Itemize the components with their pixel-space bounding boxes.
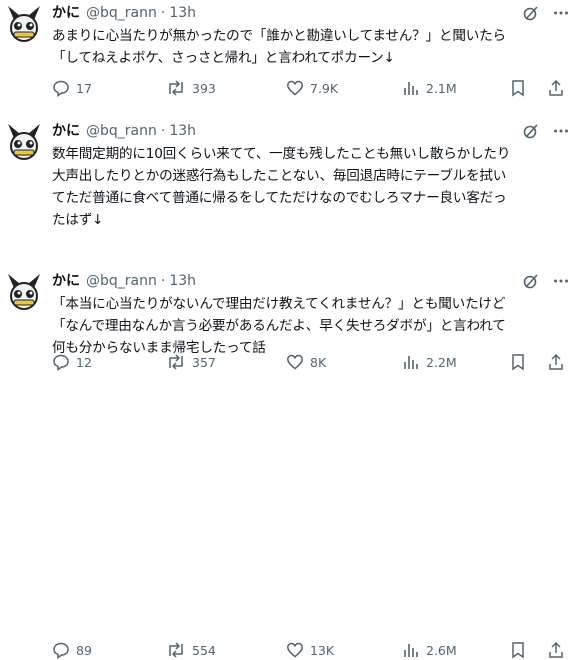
tweet-text: 「本当に心当たりがないんで理由だけ教えてくれません？」とも聞いたけど 「なんで理…: [52, 293, 571, 359]
repost-count: 393: [192, 80, 216, 96]
bookmark-button[interactable]: [509, 78, 533, 98]
share-button[interactable]: [547, 78, 571, 98]
timestamp[interactable]: 13h: [169, 2, 196, 24]
separator-dot: ·: [160, 123, 166, 139]
tweet-text-line: 「本当に心当たりがないんで理由だけ教えてくれません？」とも聞いたけど: [52, 296, 506, 312]
like-count: 7.9K: [310, 80, 339, 96]
bookmark-button[interactable]: [509, 640, 533, 660]
timestamp[interactable]: 13h: [169, 120, 196, 142]
avatar[interactable]: [4, 272, 44, 312]
timestamp[interactable]: 13h: [169, 270, 196, 292]
grok-icon[interactable]: [521, 2, 541, 24]
display-name[interactable]: かに: [52, 2, 80, 24]
mascot-avatar-icon: [8, 124, 40, 160]
share-icon: [549, 79, 563, 96]
separator-dot: ·: [160, 5, 166, 21]
tweet-text-line: たはず↓: [52, 212, 104, 228]
tweet[interactable]: かに @bq_rann · 13h あまりに心当たりが無かったので「誰かと勘違い…: [0, 0, 581, 118]
reply-count: 17: [76, 80, 92, 96]
tweet-text-line: 何も分からないまま帰宅したって話: [52, 340, 266, 356]
tweet-text-line: あまりに心当たりが無かったので「誰かと勘違いしてません？」と聞いたら: [52, 28, 506, 44]
mascot-avatar-icon: [8, 6, 40, 42]
more-icon[interactable]: [551, 120, 571, 142]
separator-dot: ·: [160, 273, 166, 289]
tweet-header: かに @bq_rann · 13h: [52, 270, 571, 292]
tweet-text-line: てただ普通に食べて普通に帰るをしてただけなのでむしろマナー良い客だっ: [52, 190, 507, 206]
reply-button[interactable]: 17: [52, 78, 92, 98]
like-icon: [287, 642, 303, 658]
repost-icon: [169, 80, 183, 96]
like-count: 13K: [310, 642, 335, 658]
reply-icon: [53, 642, 69, 659]
reply-icon: [53, 80, 69, 97]
display-name[interactable]: かに: [52, 270, 80, 292]
tweet-text-line: 「してねえよボケ、さっさと帰れ」と言われてポカーン↓: [52, 50, 395, 66]
share-button[interactable]: [547, 640, 571, 660]
tweet-text-line: 「なんで理由なんか言う必要があるんだよ、早く失せろダボが」と言われて: [52, 318, 506, 334]
user-handle[interactable]: @bq_rann: [86, 270, 157, 292]
tweet-text-line: 大声出したりとかの迷惑行為もしたことない、毎回退店時にテーブルを拭い: [52, 168, 507, 184]
avatar[interactable]: [4, 122, 44, 162]
user-handle[interactable]: @bq_rann: [86, 120, 157, 142]
bookmark-icon: [512, 80, 524, 97]
user-handle[interactable]: @bq_rann: [86, 2, 157, 24]
grok-icon[interactable]: [521, 270, 541, 292]
display-name[interactable]: かに: [52, 120, 80, 142]
share-icon: [549, 641, 563, 658]
views-button[interactable]: 2.1M: [402, 78, 457, 98]
action-bar: 89 554 13K 2.6M: [52, 640, 571, 660]
action-bar: 17 393 7.9K 2.1M: [52, 78, 571, 98]
avatar[interactable]: [4, 4, 44, 44]
view-count: 2.6M: [426, 642, 457, 658]
tweet-header: かに @bq_rann · 13h: [52, 120, 571, 142]
tweet-text: 数年間定期的に10回くらい来てて、一度も残したことも無いし散らかしたり 大声出し…: [52, 143, 571, 231]
like-button[interactable]: 13K: [286, 640, 334, 660]
more-icon[interactable]: [551, 2, 571, 24]
views-button[interactable]: 2.6M: [402, 640, 457, 660]
grok-icon[interactable]: [521, 120, 541, 142]
like-icon: [287, 80, 303, 96]
mascot-avatar-icon: [8, 274, 40, 310]
repost-icon: [169, 642, 183, 658]
repost-count: 554: [192, 642, 216, 658]
tweet-text-line: 数年間定期的に10回くらい来てて、一度も残したことも無いし散らかしたり: [52, 146, 511, 162]
views-icon: [404, 644, 418, 657]
like-button[interactable]: 7.9K: [286, 78, 338, 98]
tweet-text: あまりに心当たりが無かったので「誰かと勘違いしてません？」と聞いたら 「してねえ…: [52, 25, 571, 69]
repost-button[interactable]: 393: [166, 78, 216, 98]
tweet[interactable]: かに @bq_rann · 13h 数年間定期的に10回くらい来てて、一度も残し…: [0, 118, 581, 371]
repost-button[interactable]: 554: [166, 640, 216, 660]
tweet[interactable]: かに @bq_rann · 13h 「本当に心当たりがないんで理由だけ教えてくれ…: [0, 268, 581, 659]
views-icon: [404, 82, 418, 95]
bookmark-icon: [512, 642, 524, 659]
reply-button[interactable]: 89: [52, 640, 92, 660]
tweet-header: かに @bq_rann · 13h: [52, 2, 571, 24]
more-icon[interactable]: [551, 270, 571, 292]
reply-count: 89: [76, 642, 92, 658]
view-count: 2.1M: [426, 80, 457, 96]
